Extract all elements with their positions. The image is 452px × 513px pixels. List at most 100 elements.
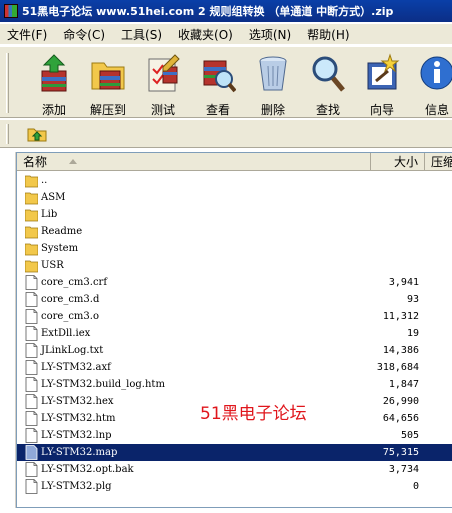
menu-file[interactable]: 文件(F)	[0, 26, 56, 43]
file-size: 93	[406, 294, 419, 305]
info-label: 信息	[424, 103, 449, 117]
file-icon	[25, 326, 38, 341]
up-folder-icon[interactable]	[26, 125, 48, 143]
find-label: 查找	[315, 103, 340, 117]
file-size: 3,734	[388, 464, 419, 475]
file-icon	[25, 292, 38, 307]
menu-favorites[interactable]: 收藏夹(O)	[171, 26, 242, 43]
column-size-header[interactable]: 大小	[371, 153, 425, 171]
file-row[interactable]: LY-STM32.lnp 505	[17, 427, 452, 444]
file-row[interactable]: ExtDll.iex 19	[17, 325, 452, 342]
window-title: 51黑电子论坛 www.51hei.com 2 规则组转换 （单通道 中断方式）…	[22, 5, 394, 18]
file-icon	[25, 394, 38, 409]
file-row[interactable]: core_cm3.d 93	[17, 291, 452, 308]
file-name: USR	[41, 260, 64, 271]
extract-to-icon	[91, 62, 125, 90]
sort-ascending-icon	[69, 159, 77, 164]
file-size: 64,656	[382, 413, 419, 424]
folder-row[interactable]: System	[17, 240, 452, 257]
file-icon	[25, 445, 38, 460]
winrar-app-icon	[4, 4, 18, 18]
file-row[interactable]: LY-STM32.plg 0	[17, 478, 452, 495]
file-row[interactable]: LY-STM32.opt.bak 3,734	[17, 461, 452, 478]
test-label: 测试	[150, 103, 175, 117]
menu-help[interactable]: 帮助(H)	[300, 26, 358, 43]
file-icon	[25, 411, 38, 426]
menu-tools[interactable]: 工具(S)	[114, 26, 171, 43]
add-button[interactable]: 添加	[27, 49, 81, 117]
file-name: LY-STM32.opt.bak	[41, 464, 134, 475]
file-name: LY-STM32.axf	[41, 362, 111, 373]
title-bar: 51黑电子论坛 www.51hei.com 2 规则组转换 （单通道 中断方式）…	[0, 0, 452, 22]
file-icon	[25, 377, 38, 392]
menu-commands[interactable]: 命令(C)	[56, 26, 114, 43]
file-name: Lib	[41, 209, 58, 220]
add-label: 添加	[41, 103, 66, 117]
file-icon	[25, 479, 38, 494]
column-size-label: 大小	[393, 155, 418, 169]
find-button[interactable]: 查找	[301, 49, 355, 117]
extract-to-button[interactable]: 解压到	[81, 49, 135, 117]
file-size: 11,312	[382, 311, 419, 322]
file-name: Readme	[41, 226, 83, 237]
file-row[interactable]: LY-STM32.map 75,315	[17, 444, 452, 461]
file-size: 26,990	[382, 396, 419, 407]
folder-row[interactable]: USR	[17, 257, 452, 274]
test-button[interactable]: 测试	[136, 49, 190, 117]
toolbar: 添加 解压到 测试 查看 删除 查找 向导 信息	[0, 46, 452, 118]
folder-icon	[24, 190, 39, 205]
file-name: ExtDll.iex	[41, 328, 91, 339]
file-size: 1,847	[388, 379, 419, 390]
folder-icon	[24, 173, 39, 188]
menu-bar: 文件(F) 命令(C) 工具(S) 收藏夹(O) 选项(N) 帮助(H)	[0, 24, 452, 44]
file-size: 3,941	[388, 277, 419, 288]
file-name: LY-STM32.plg	[41, 481, 112, 492]
file-row[interactable]: core_cm3.crf 3,941	[17, 274, 452, 291]
view-label: 查看	[205, 103, 230, 117]
view-icon	[203, 60, 236, 93]
file-icon	[25, 343, 38, 358]
folder-row[interactable]: Readme	[17, 223, 452, 240]
file-name: ..	[41, 175, 48, 186]
folder-row[interactable]: Lib	[17, 206, 452, 223]
delete-icon	[259, 56, 287, 91]
add-icon	[41, 54, 67, 92]
column-packed-label: 压缩	[431, 155, 452, 169]
watermark-text: 51黑电子论坛	[200, 404, 307, 424]
file-row[interactable]: JLinkLog.txt 14,386	[17, 342, 452, 359]
info-button[interactable]: 信息	[410, 49, 452, 117]
folder-icon	[24, 241, 39, 256]
delete-label: 删除	[260, 103, 285, 117]
file-name: JLinkLog.txt	[41, 345, 104, 356]
view-button[interactable]: 查看	[191, 49, 245, 117]
toolbar-grip[interactable]	[6, 53, 9, 113]
wizard-icon	[367, 53, 400, 90]
folder-row[interactable]: ..	[17, 172, 452, 189]
menu-options[interactable]: 选项(N)	[242, 26, 300, 43]
file-size: 19	[406, 328, 419, 339]
column-name-label: 名称	[23, 155, 48, 169]
info-icon	[420, 56, 452, 90]
file-row[interactable]: LY-STM32.axf 318,684	[17, 359, 452, 376]
file-row[interactable]: core_cm3.o 11,312	[17, 308, 452, 325]
column-packed-header[interactable]: 压缩	[425, 153, 452, 171]
folder-icon	[24, 224, 39, 239]
file-row[interactable]: LY-STM32.build_log.htm 1,847	[17, 376, 452, 393]
column-name-header[interactable]: 名称	[17, 153, 371, 171]
file-name: ASM	[41, 192, 66, 203]
file-name: LY-STM32.map	[41, 447, 118, 458]
address-grip[interactable]	[6, 124, 9, 144]
left-margin	[0, 152, 16, 508]
folder-row[interactable]: ASM	[17, 189, 452, 206]
wizard-button[interactable]: 向导	[355, 49, 409, 117]
file-size: 75,315	[382, 447, 419, 458]
file-rows: .. ASM Lib Readme System USR core_cm3.crf 3,941…	[17, 172, 452, 495]
file-name: LY-STM32.hex	[41, 396, 114, 407]
folder-icon	[24, 207, 39, 222]
file-icon	[25, 462, 38, 477]
file-list[interactable]: 名称 大小 压缩 .. ASM Lib Readme System USR core_cm3…	[16, 152, 452, 508]
file-icon	[25, 275, 38, 290]
delete-button[interactable]: 删除	[246, 49, 300, 117]
file-name: System	[41, 243, 79, 254]
file-name: LY-STM32.lnp	[41, 430, 112, 441]
